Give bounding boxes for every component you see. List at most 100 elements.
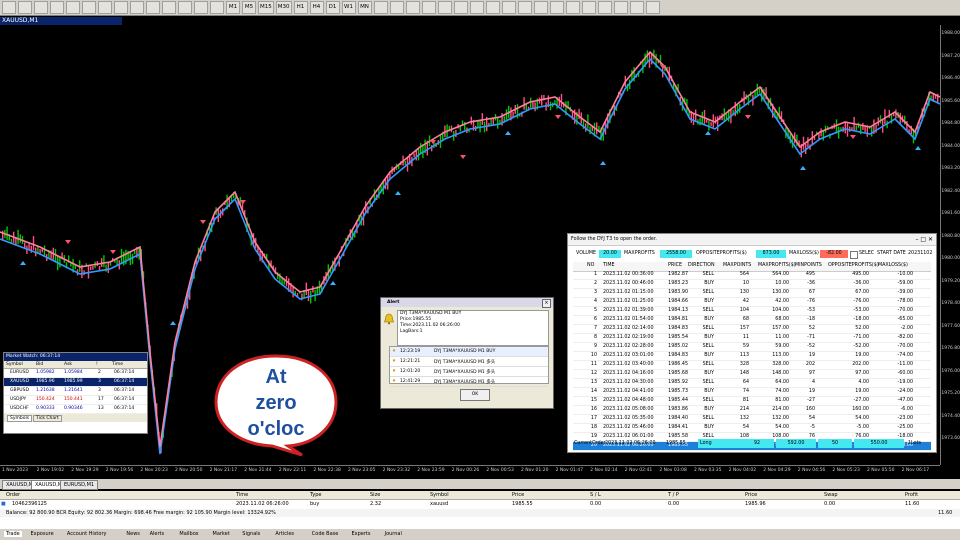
order-row[interactable]: 14 2023.11.02 04:41:00 1985.73 BUY 74 74.00 19… [573, 388, 931, 397]
trade-row[interactable]: 10462396125 2023.11.02 06:26:00 buy 2.32 xau… [0, 500, 960, 508]
order-row[interactable]: 2 2023.11.02 00:46:00 1983.23 BUY 10 10.00 -36… [573, 280, 931, 289]
terminal-tab-journal[interactable]: Journal [385, 531, 402, 537]
toolbar-icon[interactable] [405, 1, 420, 14]
toolbar-icon[interactable] [34, 1, 48, 14]
market-watch-row[interactable]: USDCHF 0.90333 0.90346 13 06:37:14 [4, 405, 147, 414]
time-tick-label: 2 Nov 05:50 [867, 468, 895, 473]
toolbar-icon[interactable] [469, 1, 484, 14]
alert-history-item[interactable]: ♦ 12:41:29 DYJ T3MA*XAUUSD M1 多头 [390, 377, 548, 387]
alert-close-button[interactable]: × [542, 299, 551, 308]
toolbar-icon[interactable] [50, 1, 64, 14]
toolbar-icon[interactable] [581, 1, 596, 14]
terminal-tab-signals[interactable]: Signals [242, 531, 260, 537]
toolbar-icon[interactable] [421, 1, 436, 14]
terminal-tab-news[interactable]: News [126, 531, 140, 537]
order-row[interactable]: 18 2023.11.02 05:46:00 1984.41 BUY 54 54.00 -5… [573, 424, 931, 433]
toolbar-icon[interactable] [210, 1, 224, 14]
terminal-tab-articles[interactable]: Articles [275, 531, 294, 537]
terminal-tab-experts[interactable]: Experts [352, 531, 371, 537]
timeframe-button-w1[interactable]: W1 [341, 1, 356, 14]
terminal-tab-account-history[interactable]: Account History [67, 531, 107, 537]
terminal-tab-exposure[interactable]: Exposure [31, 531, 54, 537]
order-row[interactable]: 3 2023.11.02 01:15:00 1983.90 SELL 130 130.00… [573, 289, 931, 298]
toolbar-icon[interactable] [597, 1, 612, 14]
order-row[interactable]: 12 2023.11.02 04:16:00 1985.68 BUY 148 148.00… [573, 370, 931, 379]
toolbar-icon[interactable] [533, 1, 548, 14]
order-cell: 54.00 [855, 416, 869, 421]
terminal-tab-mailbox[interactable]: Mailbox [179, 531, 198, 537]
market-watch-row[interactable]: GBPUSD 1.21638 1.21641 3 06:37:14 [4, 387, 147, 396]
toolbar-icon[interactable] [373, 1, 388, 14]
toolbar-icon[interactable] [453, 1, 468, 14]
market-watch-row[interactable]: EURUSD 1.05982 1.05984 2 06:37:14 [4, 369, 147, 378]
market-watch-row[interactable]: USDJPY 150.424 150.441 17 06:37:14 [4, 396, 147, 405]
select-checkbox[interactable] [850, 251, 858, 259]
toolbar-icon[interactable] [485, 1, 500, 14]
alert-history-item[interactable]: ♦ 12:21:21 DYJ T3MA*XAUUSD M1 多头 [390, 357, 548, 367]
toolbar-icon[interactable] [98, 1, 112, 14]
volume-value[interactable]: 20.00 [599, 250, 621, 258]
timeframe-button-h4[interactable]: H4 [309, 1, 324, 14]
close-icon[interactable]: ✕ [928, 236, 933, 243]
terminal-tab-alerts[interactable]: Alerts [150, 531, 165, 537]
terminal-tab-code-base[interactable]: Code Base [312, 531, 339, 537]
toolbar-icon[interactable] [549, 1, 564, 14]
chart-tab[interactable]: EURUSD,M1 [60, 480, 99, 490]
order-row[interactable]: 13 2023.11.02 04:30:00 1985.92 SELL 64 64.00 4… [573, 379, 931, 388]
order-cell: -53 [807, 308, 815, 313]
market-watch-tab[interactable]: Tick Chart [33, 415, 62, 422]
toolbar-icon[interactable] [178, 1, 192, 14]
toolbar-icon[interactable] [629, 1, 644, 14]
toolbar-icon[interactable] [389, 1, 404, 14]
timeframe-button-m5[interactable]: M5 [242, 1, 256, 14]
order-row[interactable]: 10 2023.11.02 03:01:00 1984.83 BUY 113 113.00… [573, 352, 931, 361]
order-row[interactable]: 11 2023.11.02 03:40:00 1986.45 SELL 328 328.0… [573, 361, 931, 370]
toolbar-icon[interactable] [162, 1, 176, 14]
toolbar-icon[interactable] [130, 1, 144, 14]
toolbar-icon[interactable] [2, 1, 16, 14]
toolbar-icon[interactable] [645, 1, 660, 14]
timeframe-button-d1[interactable]: D1 [325, 1, 340, 14]
terminal-tab-trade[interactable]: Trade [4, 531, 22, 537]
alert-ok-button[interactable]: OK [460, 389, 490, 401]
order-row[interactable]: 9 2023.11.02 02:28:00 1985.02 SELL 59 59.00 -5… [573, 343, 931, 352]
order-row[interactable]: 8 2023.11.02 02:19:00 1985.54 BUY 11 11.00 -71… [573, 334, 931, 343]
alert-history-item[interactable]: ♦ 12:01:20 DYJ T3MA*XAUUSD M1 多头 [390, 367, 548, 377]
maximize-icon[interactable]: □ [920, 236, 926, 243]
toolbar-icon[interactable] [613, 1, 628, 14]
timeframe-button-h1[interactable]: H1 [293, 1, 308, 14]
timeframe-button-m1[interactable]: M1 [226, 1, 240, 14]
market-watch-tab[interactable]: Symbols [7, 415, 33, 422]
toolbar-icon[interactable] [437, 1, 452, 14]
toolbar-icon[interactable] [66, 1, 80, 14]
order-row[interactable]: 6 2023.11.02 01:54:00 1984.81 BUY 68 68.00 -18… [573, 316, 931, 325]
order-row[interactable]: 16 2023.11.02 05:08:00 1983.86 BUY 214 214.00… [573, 406, 931, 415]
order-row[interactable]: 15 2023.11.02 04:48:00 1985.44 SELL 81 81.00 -… [573, 397, 931, 406]
window-controls[interactable]: – □ ✕ [915, 236, 933, 243]
toolbar-icon[interactable] [18, 1, 32, 14]
price-tick-label: 1988.00 [941, 31, 960, 36]
timeframe-button-m30[interactable]: M30 [275, 1, 292, 14]
terminal-tab-market[interactable]: Market [213, 531, 230, 537]
terminal-column-header: Price [745, 492, 758, 498]
toolbar-icon[interactable] [114, 1, 128, 14]
timeframe-button-m15[interactable]: M15 [258, 1, 274, 14]
start-date-value[interactable]: 20231102 [908, 250, 932, 258]
market-watch-row[interactable]: XAUUSD 1985.96 1985.99 3 06:37:14 [4, 378, 147, 387]
toolbar-icon[interactable] [501, 1, 516, 14]
order-row[interactable]: 4 2023.11.02 01:25:00 1984.66 BUY 42 42.00 -76… [573, 298, 931, 307]
order-row[interactable]: 7 2023.11.02 02:14:00 1984.83 SELL 157 157.00… [573, 325, 931, 334]
timeframe-button-mn[interactable]: MN [357, 1, 372, 14]
candle [706, 119, 708, 123]
minimize-icon[interactable]: – [915, 236, 918, 243]
order-row[interactable]: 17 2023.11.02 05:35:00 1984.40 SELL 132 132.0… [573, 415, 931, 424]
toolbar-icon[interactable] [565, 1, 580, 14]
alert-history-item[interactable]: ♦ 12:23:19 DYJ T3MA*XAUUSD M1 BUY [390, 347, 548, 357]
table-column-header: MAXPROFITS($) [758, 263, 796, 268]
toolbar-icon[interactable] [146, 1, 160, 14]
toolbar-icon[interactable] [194, 1, 208, 14]
order-row[interactable]: 5 2023.11.02 01:39:00 1984.13 SELL 104 104.00… [573, 307, 931, 316]
toolbar-icon[interactable] [82, 1, 96, 14]
toolbar-icon[interactable] [517, 1, 532, 14]
order-row[interactable]: 1 2023.11.02 00:36:00 1982.87 SELL 564 564.00… [573, 271, 931, 280]
